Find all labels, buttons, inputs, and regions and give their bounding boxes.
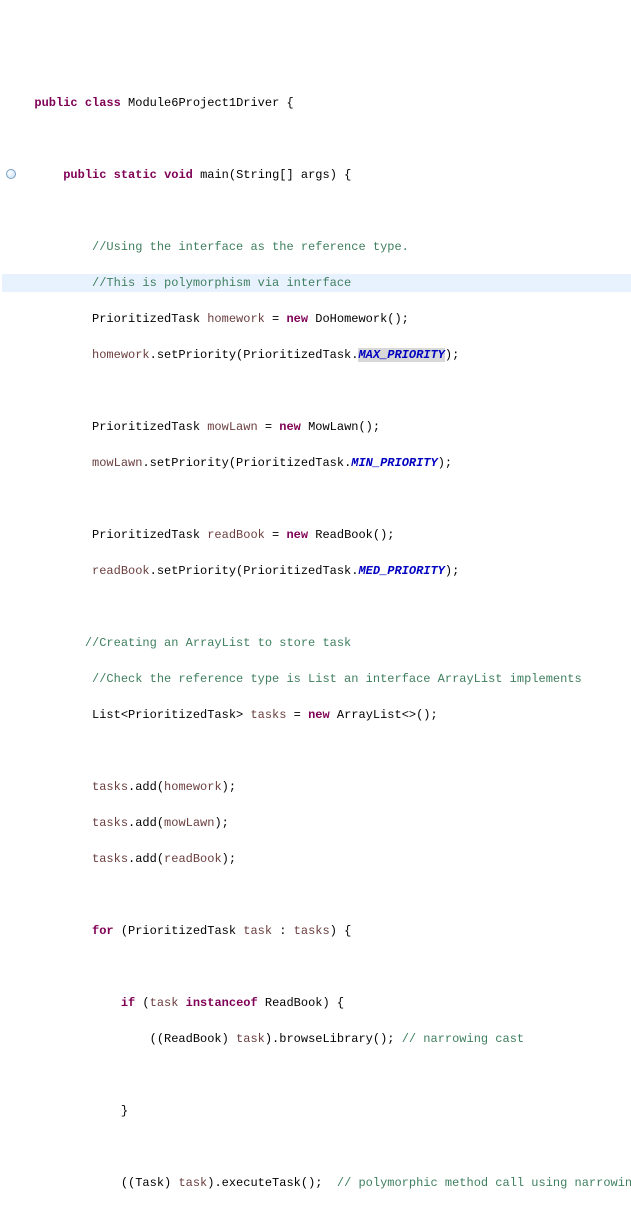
keyword-new: new (279, 420, 301, 434)
gutter (2, 922, 20, 940)
gutter (2, 706, 20, 724)
const-min-priority: MIN_PRIORITY (351, 456, 437, 470)
gutter (2, 670, 20, 688)
keyword-if: if (121, 996, 135, 1010)
gutter (2, 1066, 20, 1084)
keyword-for: for (92, 924, 114, 938)
type: PrioritizedTask (92, 420, 207, 434)
gutter (2, 238, 20, 256)
type: PrioritizedTask (92, 312, 207, 326)
gutter (2, 310, 20, 328)
gutter (2, 886, 20, 904)
method-main: main (200, 168, 229, 182)
brace: } (121, 1104, 128, 1118)
comment: // polymorphic method call using narrowi… (337, 1176, 631, 1190)
gutter (2, 1174, 20, 1192)
var-mowlawn: mowLawn (92, 456, 142, 470)
gutter (2, 130, 20, 148)
method-params: (String[] args) { (229, 168, 351, 182)
comment-highlighted: //This is polymorphism via interface (92, 276, 351, 290)
gutter (2, 958, 20, 976)
const-med-priority: MED_PRIORITY (358, 564, 444, 578)
run-icon[interactable] (6, 169, 16, 179)
gutter (2, 814, 20, 832)
gutter (2, 562, 20, 580)
gutter (2, 94, 20, 112)
gutter (2, 1138, 20, 1156)
const-max-priority: MAX_PRIORITY (358, 348, 444, 362)
keyword-class: class (85, 96, 121, 110)
var-readbook: readBook (207, 528, 265, 542)
gutter (2, 994, 20, 1012)
type: PrioritizedTask (92, 528, 207, 542)
gutter (2, 454, 20, 472)
comment: //Creating an ArrayList to store task (85, 636, 351, 650)
comment: //Check the reference type is List an in… (92, 672, 582, 686)
gutter (2, 1030, 20, 1048)
var-readbook: readBook (92, 564, 150, 578)
type: List<PrioritizedTask> (92, 708, 250, 722)
gutter (2, 274, 20, 292)
gutter-run-icon[interactable] (2, 166, 20, 184)
gutter (2, 418, 20, 436)
keyword-public: public (63, 168, 106, 182)
keyword-public: public (34, 96, 77, 110)
keyword-void: void (164, 168, 193, 182)
var-tasks: tasks (92, 780, 128, 794)
var-homework: homework (207, 312, 265, 326)
var-mowlawn: mowLawn (207, 420, 257, 434)
gutter (2, 382, 20, 400)
gutter (2, 634, 20, 652)
gutter (2, 778, 20, 796)
gutter (2, 202, 20, 220)
gutter (2, 598, 20, 616)
brace: { (279, 96, 293, 110)
keyword-instanceof: instanceof (186, 996, 258, 1010)
keyword-static: static (114, 168, 157, 182)
var-tasks: tasks (250, 708, 286, 722)
gutter (2, 526, 20, 544)
keyword-new: new (286, 312, 308, 326)
keyword-new: new (308, 708, 330, 722)
gutter (2, 1210, 20, 1214)
var-tasks: tasks (92, 816, 128, 830)
gutter (2, 850, 20, 868)
var-task: task (243, 924, 272, 938)
var-tasks: tasks (92, 852, 128, 866)
gutter (2, 742, 20, 760)
gutter (2, 346, 20, 364)
gutter (2, 1102, 20, 1120)
code-editor[interactable]: public class Module6Project1Driver { pub… (2, 76, 631, 1214)
comment: // narrowing cast (402, 1032, 524, 1046)
keyword-new: new (286, 528, 308, 542)
gutter (2, 490, 20, 508)
var-homework: homework (92, 348, 150, 362)
class-name: Module6Project1Driver (128, 96, 279, 110)
comment: //Using the interface as the reference t… (92, 240, 409, 254)
